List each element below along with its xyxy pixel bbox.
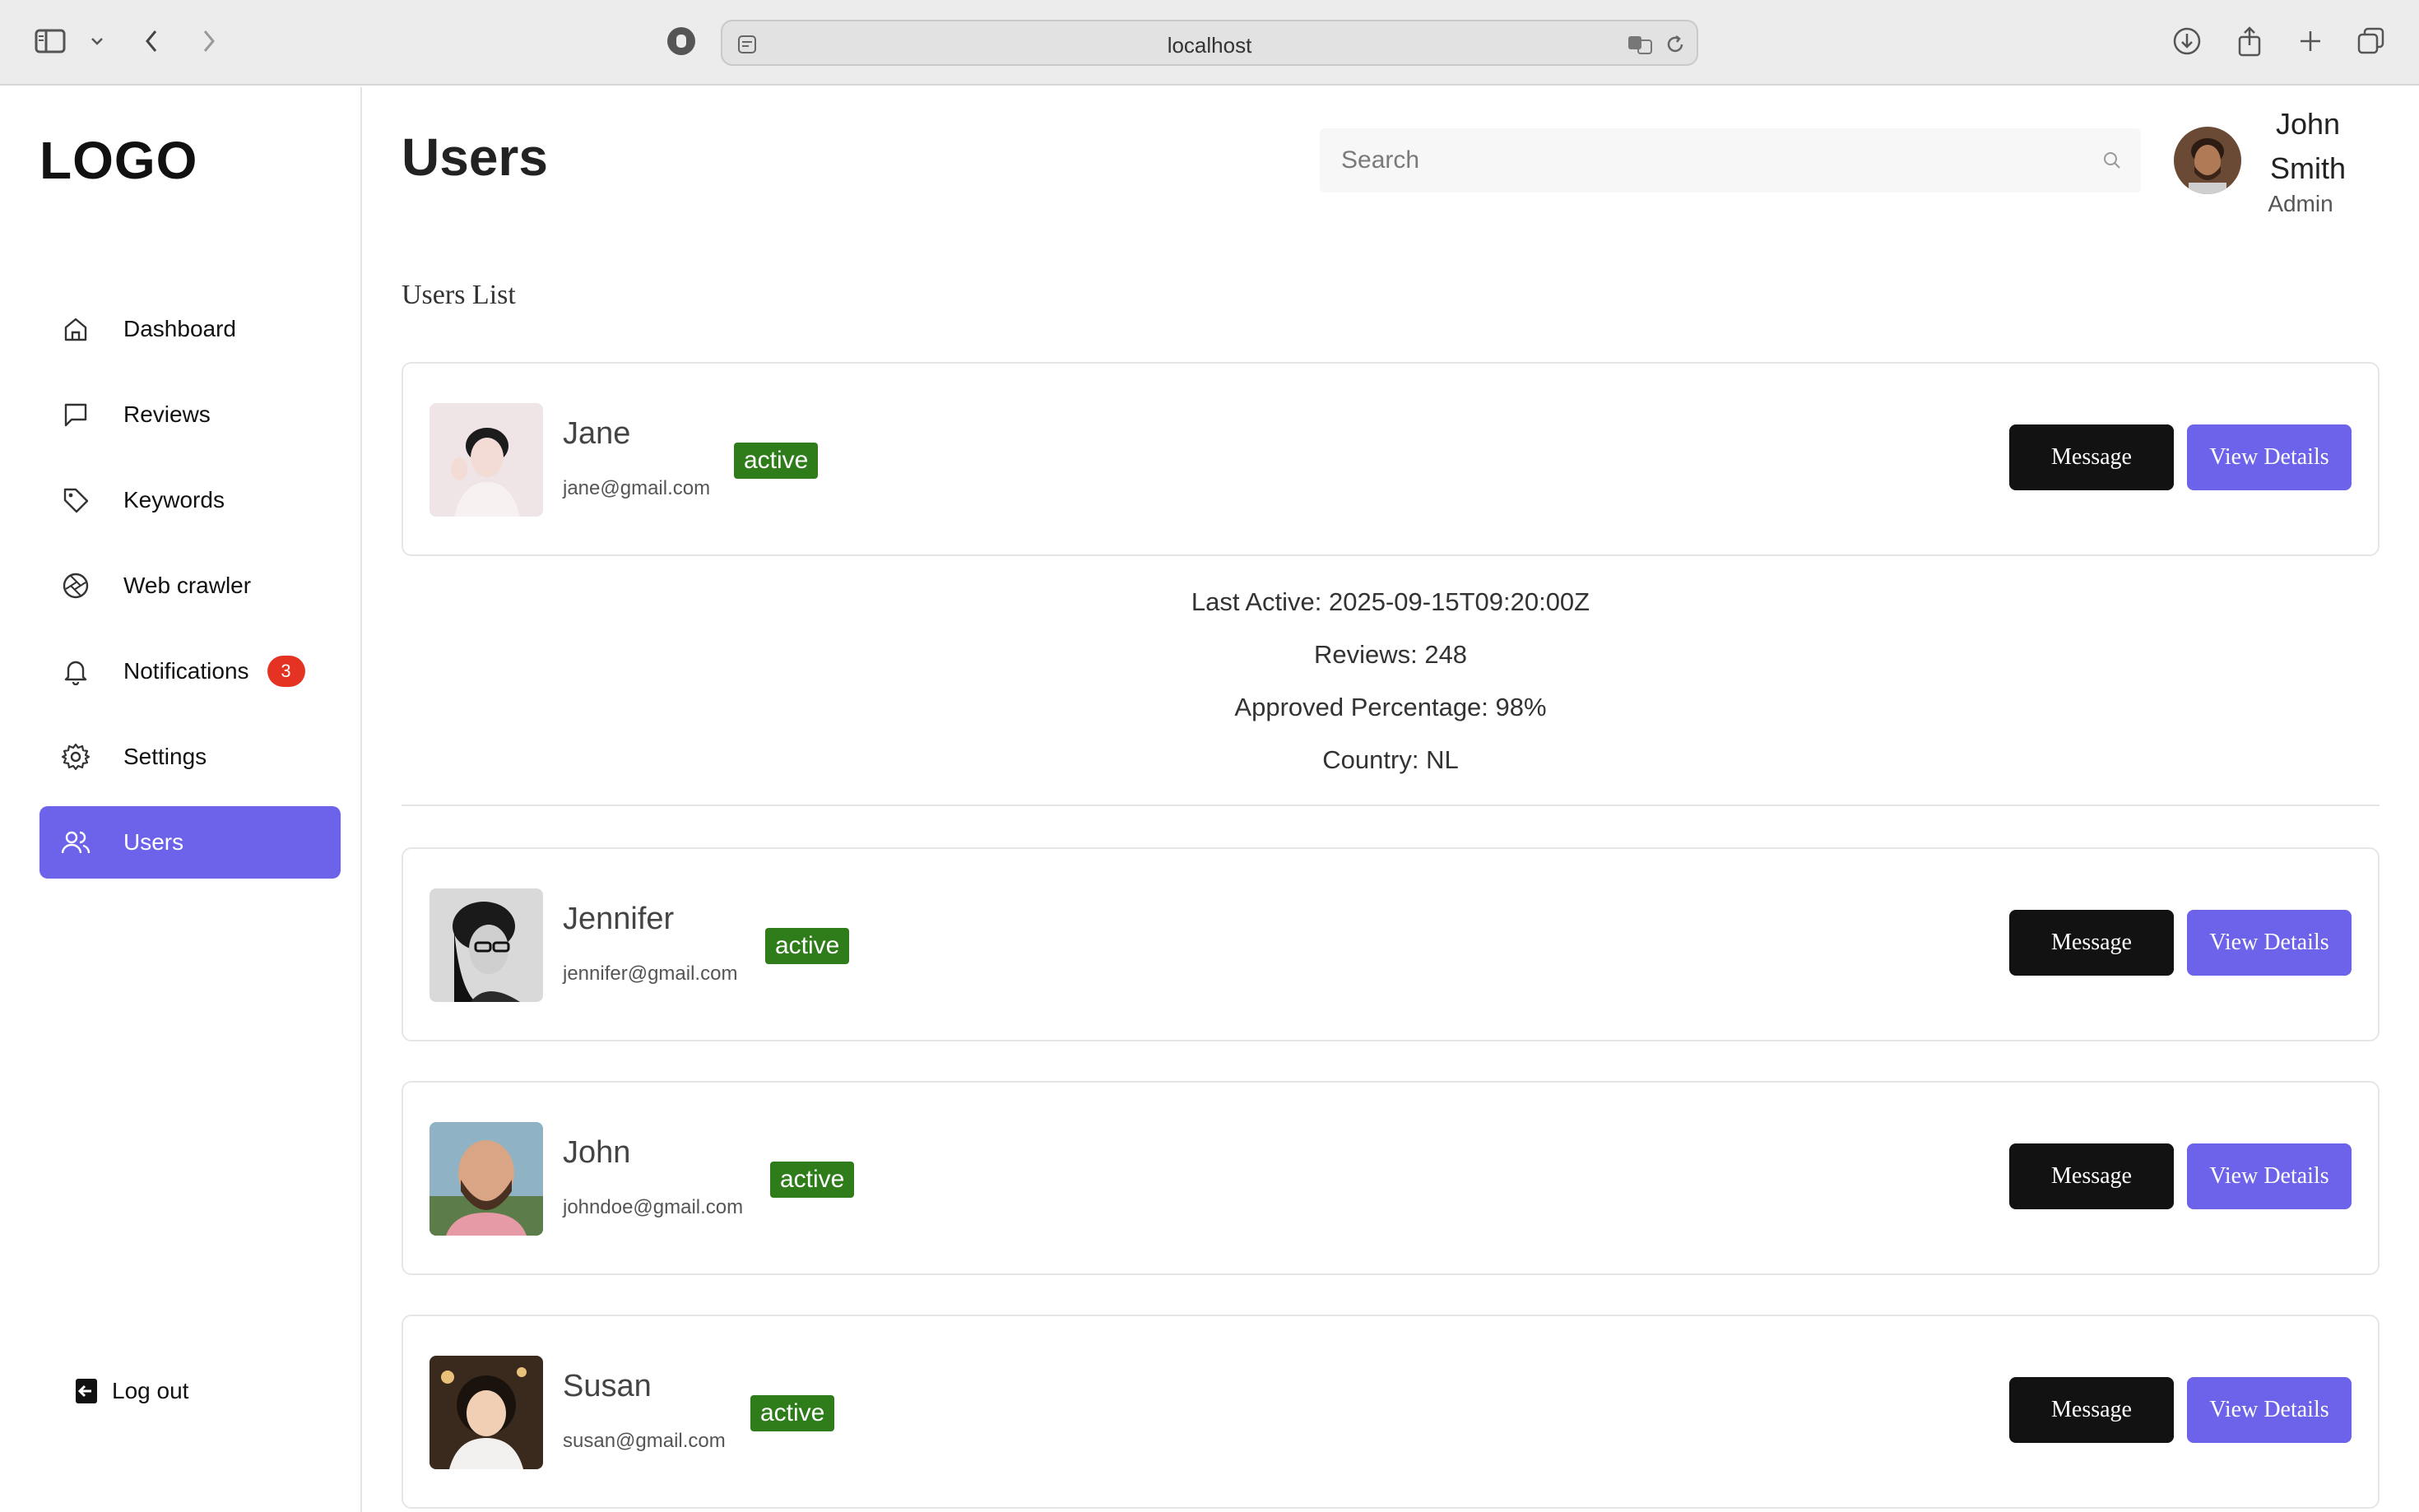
user-name: John	[563, 1135, 631, 1170]
user-avatar	[429, 1122, 543, 1236]
user-avatar	[429, 403, 543, 517]
detail-last-active: Last Active: 2025-09-15T09:20:00Z	[1191, 587, 1590, 616]
tabs-overview-icon[interactable]	[2353, 23, 2389, 59]
logout-label: Log out	[112, 1378, 189, 1403]
reload-icon[interactable]	[1660, 30, 1690, 59]
user-email: johndoe@gmail.com	[563, 1196, 744, 1218]
user-card-susan[interactable]: Susan susan@gmail.com active Message Vie…	[402, 1315, 2380, 1509]
download-icon[interactable]	[2169, 23, 2205, 59]
status-badge: active	[770, 1162, 855, 1198]
sidebar-item-label: Settings	[123, 744, 207, 769]
address-host: localhost	[1167, 33, 1252, 58]
sidebar-item-keywords[interactable]: Keywords	[39, 464, 341, 536]
new-tab-icon[interactable]	[2292, 23, 2328, 59]
gear-icon	[59, 740, 92, 773]
user-card-jennifer[interactable]: Jennifer jennifer@gmail.com active Messa…	[402, 847, 2380, 1041]
sidebar-item-notifications[interactable]: Notifications 3	[39, 635, 341, 707]
tag-icon	[59, 484, 92, 517]
message-square-icon	[59, 398, 92, 431]
sidebar-item-label: Web crawler	[123, 573, 252, 598]
share-icon[interactable]	[2231, 23, 2268, 59]
users-icon	[59, 826, 92, 859]
notification-count-badge: 3	[267, 656, 305, 687]
bell-icon	[59, 655, 92, 688]
logout-icon	[72, 1377, 100, 1405]
view-details-button[interactable]: View Details	[2187, 1143, 2352, 1209]
sidebar-item-label: Keywords	[123, 487, 225, 513]
detail-approved-percentage: Approved Percentage: 98%	[1234, 693, 1547, 721]
view-details-button[interactable]: View Details	[2187, 910, 2352, 976]
sidebar: LOGO Dashboard Reviews Keywords Web craw…	[0, 87, 362, 1512]
view-details-button[interactable]: View Details	[2187, 1377, 2352, 1443]
home-icon	[59, 313, 92, 346]
avatar[interactable]	[2174, 127, 2241, 194]
message-button[interactable]: Message	[2009, 1143, 2174, 1209]
sidebar-item-reviews[interactable]: Reviews	[39, 378, 341, 451]
search-box	[1320, 128, 2141, 192]
user-avatar	[429, 888, 543, 1002]
section-title: Users List	[402, 280, 516, 310]
message-button[interactable]: Message	[2009, 910, 2174, 976]
user-email: susan@gmail.com	[563, 1430, 726, 1452]
user-details-panel: Last Active: 2025-09-15T09:20:00Z Review…	[402, 576, 2380, 786]
user-email: jane@gmail.com	[563, 477, 711, 499]
privacy-shield-icon[interactable]	[663, 23, 699, 59]
detail-reviews: Reviews: 248	[1313, 640, 1468, 669]
divider	[402, 805, 2380, 806]
profile-name: John Smith	[2269, 107, 2347, 185]
sidebar-item-label: Reviews	[123, 401, 211, 427]
status-badge: active	[765, 928, 850, 964]
translate-icon[interactable]	[1626, 30, 1655, 59]
user-card-john[interactable]: John johndoe@gmail.com active Message Vi…	[402, 1081, 2380, 1275]
view-details-button[interactable]: View Details	[2187, 424, 2352, 490]
browser-toolbar: localhost	[0, 0, 2419, 86]
sidebar-toggle-icon[interactable]	[33, 23, 69, 59]
detail-country: Country: NL	[1322, 745, 1459, 774]
user-name: Jennifer	[563, 902, 675, 936]
chevron-down-icon[interactable]	[79, 23, 115, 59]
message-button[interactable]: Message	[2009, 424, 2174, 490]
message-button[interactable]: Message	[2009, 1377, 2174, 1443]
user-card-jane[interactable]: Jane jane@gmail.com active Message View …	[402, 362, 2380, 556]
sidebar-item-label: Notifications	[123, 658, 249, 684]
user-email: jennifer@gmail.com	[563, 962, 738, 985]
sidebar-item-label: Dashboard	[123, 316, 236, 341]
sidebar-item-label: Users	[123, 829, 184, 855]
search-input[interactable]	[1320, 128, 2141, 192]
page-title: Users	[402, 128, 548, 187]
user-name: Susan	[563, 1369, 652, 1403]
profile-role: Admin	[2268, 191, 2333, 216]
sidebar-item-dashboard[interactable]: Dashboard	[39, 293, 341, 365]
status-badge: active	[734, 443, 819, 479]
sidebar-item-web-crawler[interactable]: Web crawler	[39, 550, 341, 622]
sidebar-item-settings[interactable]: Settings	[39, 721, 341, 793]
address-bar[interactable]: localhost	[721, 20, 1698, 66]
aperture-icon	[59, 569, 92, 602]
logout-button[interactable]: Log out	[72, 1377, 188, 1405]
forward-icon[interactable]	[191, 23, 227, 59]
user-avatar	[429, 1356, 543, 1469]
sidebar-item-users[interactable]: Users	[39, 806, 341, 879]
user-name: Jane	[563, 416, 631, 451]
status-badge: active	[750, 1395, 835, 1431]
back-icon[interactable]	[133, 23, 169, 59]
logo: LOGO	[39, 131, 198, 190]
search-icon[interactable]	[2101, 150, 2123, 171]
